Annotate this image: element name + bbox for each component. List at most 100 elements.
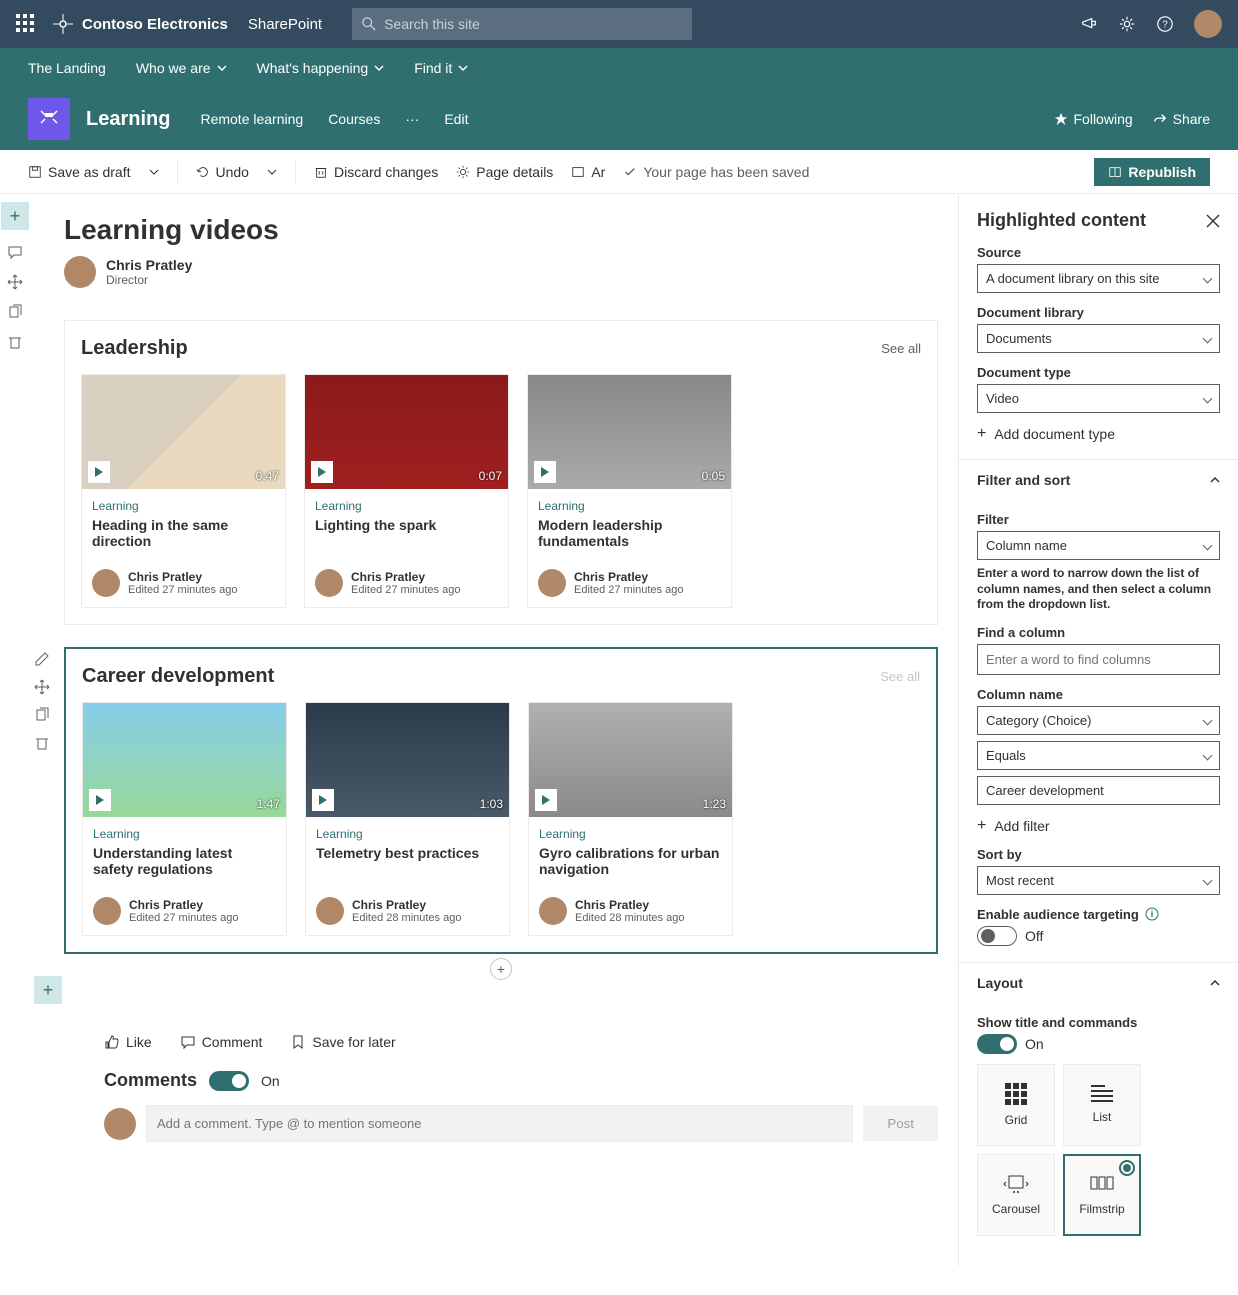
operator-select[interactable]: Equals	[977, 741, 1220, 770]
find-column-input[interactable]	[977, 644, 1220, 675]
add-webpart-button[interactable]: +	[490, 958, 512, 980]
discard-button[interactable]: Discard changes	[314, 164, 438, 180]
source-label: Source	[977, 245, 1220, 260]
check-icon	[623, 165, 637, 179]
column-name-select[interactable]: Category (Choice)	[977, 706, 1220, 735]
share-icon	[1153, 112, 1167, 126]
help-icon[interactable]: ?	[1156, 15, 1174, 33]
see-all-link[interactable]: See all	[881, 341, 921, 356]
comment-field[interactable]	[146, 1105, 853, 1142]
hub-nav-item[interactable]: The Landing	[28, 60, 106, 76]
comment-button[interactable]: Comment	[180, 1034, 263, 1050]
chevron-down-icon[interactable]	[267, 167, 277, 177]
layout-carousel-option[interactable]: Carousel	[977, 1154, 1055, 1236]
author-avatar	[316, 897, 344, 925]
comments-toggle[interactable]	[209, 1071, 249, 1091]
app-launcher-icon[interactable]	[16, 14, 36, 34]
post-button[interactable]: Post	[863, 1106, 938, 1141]
sortby-select[interactable]: Most recent	[977, 866, 1220, 895]
video-card[interactable]: 1:47 Learning Understanding latest safet…	[82, 702, 287, 936]
site-nav-edit[interactable]: Edit	[444, 111, 468, 127]
copy-icon[interactable]	[34, 707, 50, 723]
site-title[interactable]: Learning	[86, 108, 170, 131]
chevron-down-icon[interactable]	[149, 167, 159, 177]
carousel-icon	[1003, 1174, 1029, 1194]
filter-select[interactable]: Column name	[977, 531, 1220, 560]
doclib-select[interactable]: Documents	[977, 324, 1220, 353]
comment-icon[interactable]	[7, 244, 23, 260]
save-later-button[interactable]: Save for later	[290, 1034, 395, 1050]
video-title: Understanding latest safety regulations	[93, 845, 276, 879]
layout-grid-option[interactable]: Grid	[977, 1064, 1055, 1146]
video-thumbnail: 0:47	[82, 375, 285, 489]
close-icon[interactable]	[1206, 214, 1220, 228]
tenant-logo-icon	[52, 13, 74, 35]
like-button[interactable]: Like	[104, 1034, 152, 1050]
save-draft-button[interactable]: Save as draft	[28, 164, 131, 180]
value-input[interactable]: Career development	[977, 776, 1220, 805]
edited-time: Edited 27 minutes ago	[351, 584, 460, 596]
video-card[interactable]: 0:47 Learning Heading in the same direct…	[81, 374, 286, 608]
video-duration: 0:07	[479, 469, 502, 483]
move-icon[interactable]	[7, 274, 23, 290]
site-nav-item[interactable]: Courses	[328, 111, 380, 127]
delete-icon[interactable]	[34, 735, 50, 751]
grid-icon	[1005, 1083, 1027, 1105]
add-section-button[interactable]: +	[1, 202, 29, 230]
chevron-up-icon	[1210, 475, 1220, 485]
play-icon	[311, 461, 333, 483]
layout-header[interactable]: Layout	[959, 962, 1238, 1003]
video-card[interactable]: 0:07 Learning Lighting the spark Chris P…	[304, 374, 509, 608]
chevron-down-icon	[1203, 715, 1213, 725]
see-all-link[interactable]: See all	[880, 669, 920, 684]
info-icon[interactable]: i	[1145, 907, 1159, 921]
author-role: Director	[106, 273, 192, 287]
search-box[interactable]: Search this site	[352, 8, 692, 40]
ar-button[interactable]: Ar	[571, 164, 605, 180]
layout-filmstrip-option[interactable]: Filmstrip	[1063, 1154, 1141, 1236]
show-title-toggle[interactable]	[977, 1034, 1017, 1054]
webpart-leadership[interactable]: Leadership See all 0:47 Learning Heading…	[64, 320, 938, 625]
app-name[interactable]: SharePoint	[248, 16, 322, 33]
targeting-toggle[interactable]	[977, 926, 1017, 946]
move-icon[interactable]	[34, 679, 50, 695]
site-nav-more[interactable]: ···	[405, 111, 419, 127]
site-nav-item[interactable]: Remote learning	[200, 111, 303, 127]
add-doctype-button[interactable]: +Add document type	[977, 425, 1220, 443]
filter-sort-header[interactable]: Filter and sort	[959, 459, 1238, 500]
doctype-label: Document type	[977, 365, 1220, 380]
tenant-name[interactable]: Contoso Electronics	[82, 16, 228, 33]
source-select[interactable]: A document library on this site	[977, 264, 1220, 293]
hub-nav-item[interactable]: Who we are	[136, 60, 227, 76]
delete-icon[interactable]	[7, 334, 23, 350]
video-title: Telemetry best practices	[316, 845, 499, 879]
comments-title: Comments	[104, 1070, 197, 1091]
doctype-select[interactable]: Video	[977, 384, 1220, 413]
layout-list-option[interactable]: List	[1063, 1064, 1141, 1146]
targeting-label: Enable audience targetingi	[977, 907, 1220, 922]
megaphone-icon[interactable]	[1080, 15, 1098, 33]
hub-nav-item[interactable]: Find it	[414, 60, 468, 76]
site-logo[interactable]	[28, 98, 70, 140]
add-filter-button[interactable]: +Add filter	[977, 817, 1220, 835]
republish-button[interactable]: Republish	[1094, 158, 1210, 186]
share-button[interactable]: Share	[1153, 111, 1210, 127]
video-card[interactable]: 0:05 Learning Modern leadership fundamen…	[527, 374, 732, 608]
page-details-button[interactable]: Page details	[456, 164, 553, 180]
settings-icon[interactable]	[1118, 15, 1136, 33]
panel-title: Highlighted content	[977, 210, 1146, 231]
play-icon	[88, 461, 110, 483]
save-status: Your page has been saved	[623, 164, 809, 180]
video-card[interactable]: 1:03 Learning Telemetry best practices C…	[305, 702, 510, 936]
following-button[interactable]: Following	[1054, 111, 1133, 127]
undo-button[interactable]: Undo	[196, 164, 249, 180]
add-section-button[interactable]: +	[34, 976, 62, 1004]
video-card[interactable]: 1:23 Learning Gyro calibrations for urba…	[528, 702, 733, 936]
webpart-career[interactable]: Career development See all 1:47 Learning…	[64, 647, 938, 954]
copy-icon[interactable]	[7, 304, 23, 320]
user-avatar[interactable]	[1194, 10, 1222, 38]
edited-time: Edited 28 minutes ago	[352, 912, 461, 924]
page-title[interactable]: Learning videos	[64, 214, 938, 246]
hub-nav-item[interactable]: What's happening	[257, 60, 385, 76]
edit-icon[interactable]	[34, 651, 50, 667]
